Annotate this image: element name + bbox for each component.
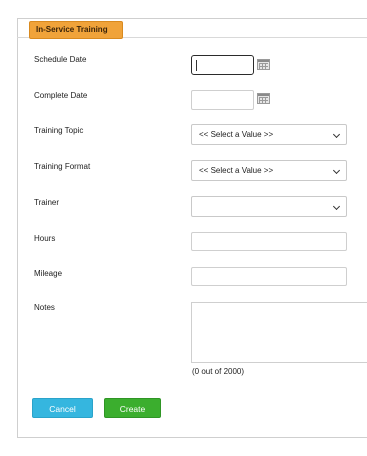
trainer-label: Trainer	[34, 198, 60, 207]
trainer-select[interactable]	[191, 196, 347, 217]
schedule-date-input[interactable]	[191, 55, 254, 75]
schedule-date-label: Schedule Date	[34, 55, 87, 64]
mileage-input[interactable]	[191, 267, 347, 286]
training-format-value: << Select a Value >>	[199, 166, 274, 175]
calendar-icon-grid	[259, 63, 268, 69]
training-topic-select[interactable]: << Select a Value >>	[191, 124, 347, 145]
training-format-label: Training Format	[34, 162, 91, 171]
section-tab: In-Service Training	[29, 21, 123, 39]
calendar-icon[interactable]	[257, 93, 270, 104]
calendar-icon-header	[258, 60, 269, 62]
notes-label: Notes	[34, 303, 55, 312]
training-format-select[interactable]: << Select a Value >>	[191, 160, 347, 181]
chevron-down-icon	[332, 130, 341, 139]
calendar-icon-grid	[259, 97, 268, 103]
text-caret	[196, 60, 197, 71]
cancel-button[interactable]: Cancel	[32, 398, 93, 418]
chevron-down-icon	[332, 166, 341, 175]
complete-date-input[interactable]	[191, 90, 254, 110]
training-topic-label: Training Topic	[34, 126, 84, 135]
chevron-down-icon	[332, 202, 341, 211]
create-button[interactable]: Create	[104, 398, 161, 418]
notes-textarea[interactable]	[191, 302, 367, 363]
mileage-label: Mileage	[34, 269, 63, 278]
complete-date-label: Complete Date	[34, 91, 88, 100]
hours-label: Hours	[34, 234, 56, 243]
hours-input[interactable]	[191, 232, 347, 251]
calendar-icon[interactable]	[257, 59, 270, 70]
training-topic-value: << Select a Value >>	[199, 130, 274, 139]
calendar-icon-header	[258, 94, 269, 96]
notes-character-counter: (0 out of 2000)	[192, 367, 245, 376]
